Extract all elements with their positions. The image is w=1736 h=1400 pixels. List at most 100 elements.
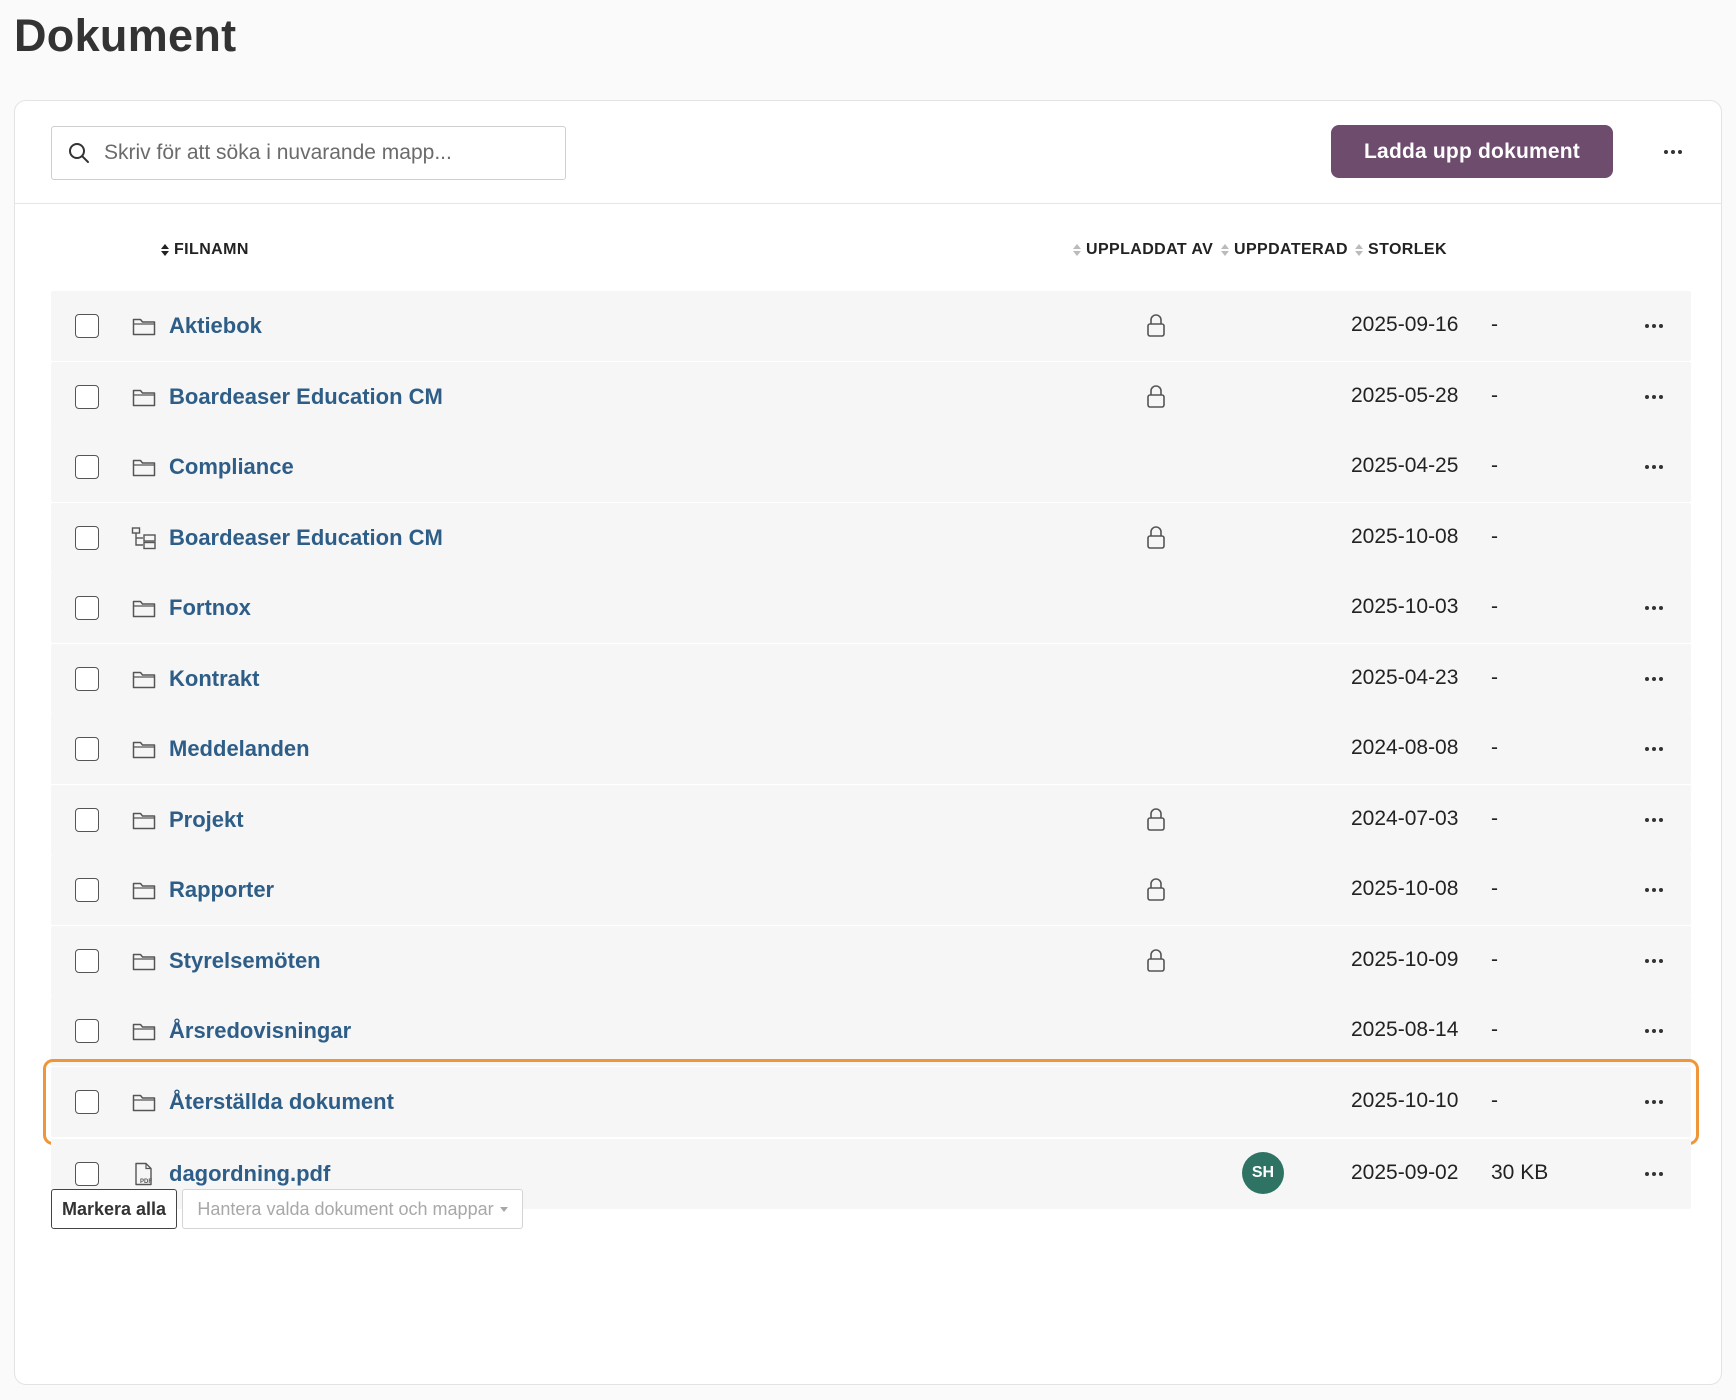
file-name-link[interactable]: dagordning.pdf <box>169 1161 330 1187</box>
row-checkbox[interactable] <box>75 878 99 902</box>
folder-icon <box>131 948 157 974</box>
file-name-link[interactable]: Årsredovisningar <box>169 1018 351 1044</box>
column-size[interactable]: STORLEK <box>1355 241 1447 259</box>
table-row[interactable]: Compliance 2025-04-25 - <box>51 432 1691 502</box>
sort-icon <box>161 244 169 256</box>
toolbar: Ladda upp dokument <box>15 101 1721 204</box>
row-more-icon[interactable] <box>1639 595 1669 621</box>
more-options-icon[interactable] <box>1655 137 1691 167</box>
file-name-link[interactable]: Meddelanden <box>169 736 310 762</box>
lock-icon <box>1145 384 1167 410</box>
row-more-icon[interactable] <box>1639 948 1669 974</box>
table-header: FILNAMN UPPLADDAT AV UPPDATERAD STORLEK <box>51 231 1691 271</box>
search-box[interactable] <box>51 126 566 180</box>
file-name-link[interactable]: Återställda dokument <box>169 1089 394 1115</box>
row-more-icon[interactable] <box>1639 313 1669 339</box>
file-size: - <box>1491 524 1498 548</box>
file-name-link[interactable]: Rapporter <box>169 877 274 903</box>
file-name-link[interactable]: Projekt <box>169 807 244 833</box>
table-row[interactable]: Aktiebok 2025-09-16 - <box>51 291 1691 361</box>
column-filename[interactable]: FILNAMN <box>161 241 249 259</box>
svg-text:PDF: PDF <box>140 1179 152 1185</box>
row-checkbox[interactable] <box>75 1089 99 1114</box>
row-more-icon[interactable] <box>1639 1161 1669 1187</box>
updated-date: 2025-10-09 <box>1351 947 1459 971</box>
file-size: - <box>1491 1018 1498 1041</box>
lock-icon <box>1145 525 1167 551</box>
column-uploaded-by[interactable]: UPPLADDAT AV <box>1073 241 1213 259</box>
table-row[interactable]: Boardeaser Education CM 2025-05-28 - <box>51 361 1691 432</box>
updated-date: 2025-08-14 <box>1351 1018 1459 1041</box>
row-more-icon[interactable] <box>1639 454 1669 480</box>
file-size: - <box>1491 1088 1498 1112</box>
row-checkbox[interactable] <box>75 737 99 761</box>
file-name-link[interactable]: Boardeaser Education CM <box>169 384 443 410</box>
row-more-icon[interactable] <box>1639 384 1669 410</box>
avatar: SH <box>1242 1152 1284 1194</box>
upload-document-button[interactable]: Ladda upp dokument <box>1331 125 1613 178</box>
table-row[interactable]: Kontrakt 2025-04-23 - <box>51 643 1691 714</box>
file-name-link[interactable]: Compliance <box>169 454 294 480</box>
row-more-icon[interactable] <box>1639 1089 1669 1115</box>
row-checkbox[interactable] <box>75 666 99 691</box>
folder-icon <box>131 1089 157 1115</box>
file-name-link[interactable]: Styrelsemöten <box>169 948 321 974</box>
updated-date: 2024-07-03 <box>1351 806 1459 830</box>
page-title: Dokument <box>14 10 237 61</box>
row-more-icon[interactable] <box>1639 807 1669 833</box>
row-checkbox[interactable] <box>75 314 99 338</box>
updated-date: 2025-04-25 <box>1351 454 1459 477</box>
shared-folder-icon <box>131 525 157 551</box>
chevron-down-icon <box>499 1206 508 1212</box>
updated-date: 2025-05-28 <box>1351 383 1459 407</box>
updated-date: 2025-10-08 <box>1351 877 1459 900</box>
file-name-link[interactable]: Fortnox <box>169 595 251 621</box>
row-more-icon[interactable] <box>1639 877 1669 903</box>
folder-icon <box>131 313 157 339</box>
file-size: - <box>1491 454 1498 477</box>
column-uploaded-by-label: UPPLADDAT AV <box>1086 241 1214 258</box>
table-row[interactable]: Rapporter 2025-10-08 - <box>51 855 1691 925</box>
file-size: - <box>1491 595 1498 618</box>
file-size: - <box>1491 877 1498 900</box>
manage-selected-dropdown[interactable]: Hantera valda dokument och mappar <box>182 1189 523 1229</box>
sort-icon <box>1355 244 1363 256</box>
row-checkbox[interactable] <box>75 455 99 479</box>
row-checkbox[interactable] <box>75 596 99 620</box>
search-input[interactable] <box>104 141 524 165</box>
updated-date: 2025-10-08 <box>1351 524 1459 548</box>
file-size: - <box>1491 665 1498 689</box>
file-name-link[interactable]: Kontrakt <box>169 666 259 692</box>
row-checkbox[interactable] <box>75 948 99 973</box>
table-row[interactable]: Styrelsemöten 2025-10-09 - <box>51 925 1691 996</box>
row-more-icon[interactable] <box>1639 1018 1669 1044</box>
row-checkbox[interactable] <box>75 807 99 832</box>
search-icon <box>69 143 89 163</box>
table-row[interactable]: Fortnox 2025-10-03 - <box>51 573 1691 643</box>
column-size-label: STORLEK <box>1368 241 1447 258</box>
folder-icon <box>131 384 157 410</box>
file-name-link[interactable]: Aktiebok <box>169 313 262 339</box>
select-all-button[interactable]: Markera alla <box>51 1189 177 1229</box>
file-size: - <box>1491 383 1498 407</box>
lock-icon <box>1145 948 1167 974</box>
row-checkbox[interactable] <box>75 1162 99 1186</box>
sort-icon <box>1221 244 1229 256</box>
table-row[interactable]: Projekt 2024-07-03 - <box>51 784 1691 855</box>
folder-icon <box>131 666 157 692</box>
table-row[interactable]: Årsredovisningar 2025-08-14 - <box>51 996 1691 1066</box>
row-more-icon[interactable] <box>1639 666 1669 692</box>
table-row[interactable]: Återställda dokument 2025-10-10 - <box>43 1058 1699 1145</box>
row-checkbox[interactable] <box>75 1019 99 1043</box>
column-updated[interactable]: UPPDATERAD <box>1221 241 1348 259</box>
row-more-icon[interactable] <box>1639 736 1669 762</box>
table-row[interactable]: Meddelanden 2024-08-08 - <box>51 714 1691 784</box>
file-name-link[interactable]: Boardeaser Education CM <box>169 525 443 551</box>
column-updated-label: UPPDATERAD <box>1234 241 1348 258</box>
folder-icon <box>131 807 157 833</box>
row-checkbox[interactable] <box>75 525 99 550</box>
table-row[interactable]: Boardeaser Education CM 2025-10-08 - <box>51 502 1691 573</box>
updated-date: 2025-09-16 <box>1351 313 1459 336</box>
updated-date: 2025-09-02 <box>1351 1161 1459 1184</box>
row-checkbox[interactable] <box>75 384 99 409</box>
